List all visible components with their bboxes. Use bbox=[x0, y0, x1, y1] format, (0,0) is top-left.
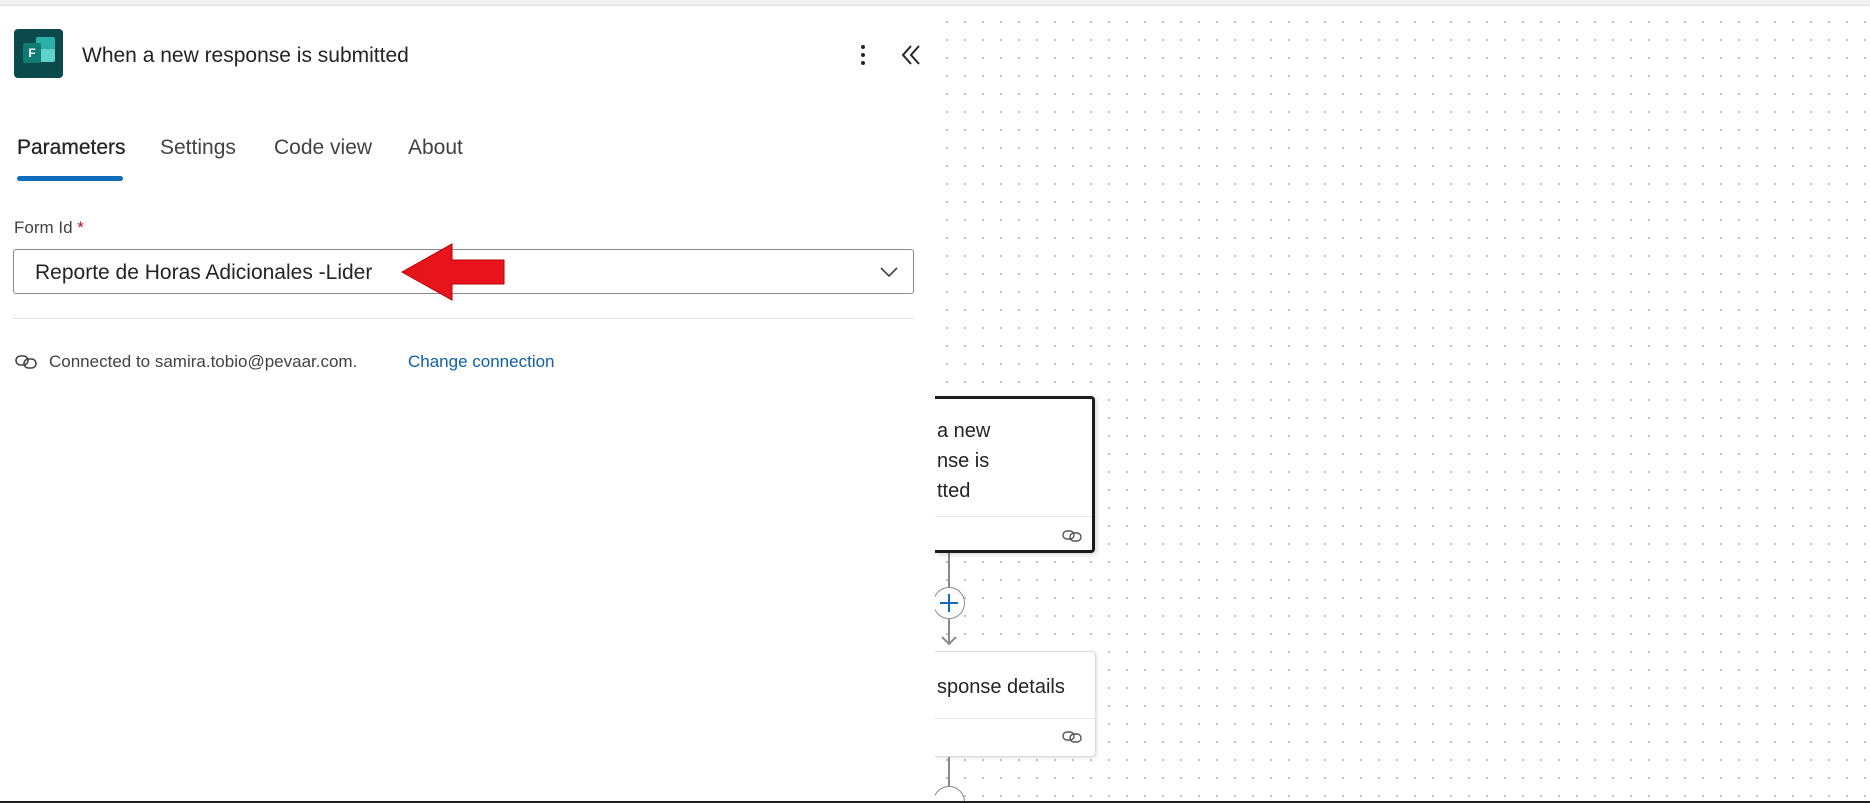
trigger-node-title: a new nse is tted bbox=[937, 420, 991, 502]
double-chevron-left-icon bbox=[901, 45, 920, 65]
node-divider bbox=[935, 718, 1095, 719]
action-node-title: sponse details bbox=[937, 676, 1065, 698]
section-divider bbox=[13, 318, 914, 319]
trigger-node-card[interactable]: a new nse is tted bbox=[935, 396, 1095, 553]
form-id-value: Reporte de Horas Adicionales -Lider bbox=[35, 261, 373, 284]
tab-parameters[interactable]: Parameters bbox=[17, 136, 126, 160]
more-vertical-icon bbox=[861, 45, 865, 49]
tab-about[interactable]: About bbox=[408, 136, 463, 160]
tab-code-view[interactable]: Code view bbox=[274, 136, 372, 160]
link-icon bbox=[1062, 530, 1082, 542]
panel-title: When a new response is submitted bbox=[82, 44, 409, 67]
active-tab-indicator bbox=[17, 176, 123, 181]
node-divider bbox=[935, 516, 1092, 517]
link-icon bbox=[1062, 731, 1082, 743]
form-id-label: Form Id * bbox=[14, 218, 84, 237]
collapse-panel-button[interactable] bbox=[896, 40, 926, 70]
tab-settings[interactable]: Settings bbox=[160, 136, 236, 160]
connection-status: Connected to samira.tobio@pevaar.com. bbox=[49, 352, 358, 371]
action-node-card[interactable]: sponse details bbox=[935, 651, 1096, 757]
red-arrow-annotation bbox=[400, 243, 505, 301]
chevron-down-icon bbox=[880, 267, 898, 278]
arrow-down-icon bbox=[941, 636, 957, 646]
details-panel: F When a new response is submitted Param… bbox=[0, 6, 935, 803]
more-options-button[interactable] bbox=[851, 40, 875, 70]
link-icon bbox=[15, 355, 37, 369]
add-step-button[interactable] bbox=[933, 587, 965, 619]
connector-line bbox=[948, 553, 950, 587]
connector-line bbox=[948, 757, 950, 787]
required-marker: * bbox=[77, 218, 84, 237]
change-connection-link[interactable]: Change connection bbox=[408, 352, 555, 372]
microsoft-forms-icon: F bbox=[14, 29, 63, 78]
plus-icon bbox=[940, 594, 958, 612]
